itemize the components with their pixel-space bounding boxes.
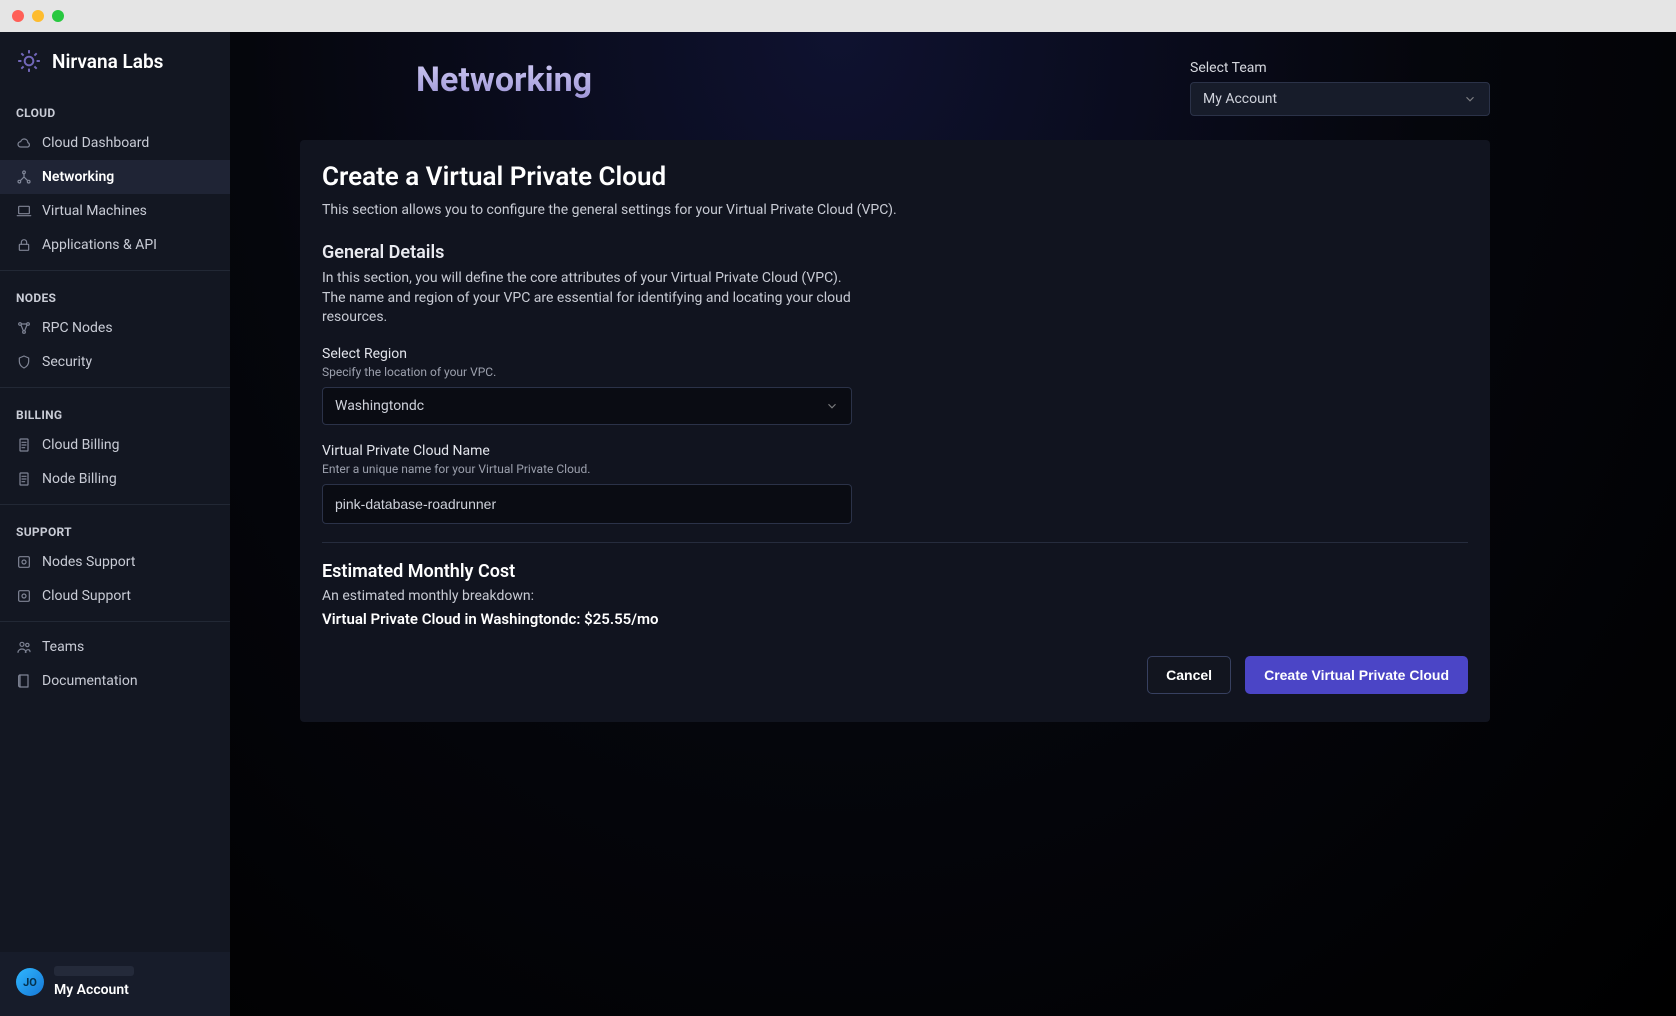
region-select[interactable]: Washingtondc xyxy=(322,387,852,425)
main-content: Networking Select Team My Account Create… xyxy=(230,32,1676,1016)
people-icon xyxy=(16,639,32,655)
chevron-down-icon xyxy=(1463,92,1477,106)
create-vpc-panel: Create a Virtual Private Cloud This sect… xyxy=(300,140,1490,722)
cancel-button[interactable]: Cancel xyxy=(1147,656,1231,694)
sidebar-item-label: Cloud Dashboard xyxy=(42,135,149,151)
vpc-name-label: Virtual Private Cloud Name xyxy=(322,443,852,459)
sidebar-item-cloud-dashboard[interactable]: Cloud Dashboard xyxy=(0,126,230,160)
sidebar-divider xyxy=(0,387,230,388)
team-select-value: My Account xyxy=(1203,91,1277,107)
receipt-icon xyxy=(16,471,32,487)
panel-desc: This section allows you to configure the… xyxy=(322,202,1468,218)
lock-icon xyxy=(16,237,32,253)
sidebar-section-label: BILLING xyxy=(0,396,230,428)
sidebar-item-label: RPC Nodes xyxy=(42,320,113,336)
sidebar-item-cloud-billing[interactable]: Cloud Billing xyxy=(0,428,230,462)
sidebar-item-cloud-support[interactable]: Cloud Support xyxy=(0,579,230,613)
minimize-window-button[interactable] xyxy=(32,10,44,22)
sidebar-item-virtual-machines[interactable]: Virtual Machines xyxy=(0,194,230,228)
cost-line: Virtual Private Cloud in Washingtondc: $… xyxy=(322,610,1468,628)
chevron-down-icon xyxy=(825,399,839,413)
close-window-button[interactable] xyxy=(12,10,24,22)
team-select[interactable]: My Account xyxy=(1190,82,1490,116)
network-icon xyxy=(16,169,32,185)
sidebar-item-rpc-nodes[interactable]: RPC Nodes xyxy=(0,311,230,345)
sidebar-item-nodes-support[interactable]: Nodes Support xyxy=(0,545,230,579)
account-row[interactable]: JO My Account xyxy=(0,952,230,1016)
sidebar-section-label: CLOUD xyxy=(0,94,230,126)
cost-heading: Estimated Monthly Cost xyxy=(322,561,1468,582)
sidebar-section-label: NODES xyxy=(0,279,230,311)
cloud-icon xyxy=(16,135,32,151)
sidebar-item-applications-api[interactable]: Applications & API xyxy=(0,228,230,262)
support-icon xyxy=(16,588,32,604)
region-hint: Specify the location of your VPC. xyxy=(322,365,852,379)
sidebar-item-label: Nodes Support xyxy=(42,554,135,570)
account-placeholder xyxy=(54,966,134,976)
sidebar-item-label: Node Billing xyxy=(42,471,117,487)
sidebar: Nirvana Labs CLOUD Cloud Dashboard Network… xyxy=(0,32,230,1016)
sidebar-item-label: Cloud Support xyxy=(42,588,131,604)
support-icon xyxy=(16,554,32,570)
sidebar-item-label: Documentation xyxy=(42,673,138,689)
sidebar-section-label: SUPPORT xyxy=(0,513,230,545)
nodes-icon xyxy=(16,320,32,336)
window-titlebar xyxy=(0,0,1676,32)
create-vpc-button[interactable]: Create Virtual Private Cloud xyxy=(1245,656,1468,694)
sidebar-divider xyxy=(0,504,230,505)
sidebar-item-networking[interactable]: Networking xyxy=(0,160,230,194)
maximize-window-button[interactable] xyxy=(52,10,64,22)
divider xyxy=(322,542,1468,543)
sidebar-item-node-billing[interactable]: Node Billing xyxy=(0,462,230,496)
vpc-name-input[interactable] xyxy=(322,484,852,524)
region-value: Washingtondc xyxy=(335,398,424,414)
receipt-icon xyxy=(16,437,32,453)
sidebar-divider xyxy=(0,270,230,271)
page-title: Networking xyxy=(416,60,592,100)
account-name: My Account xyxy=(54,982,214,998)
sidebar-item-label: Virtual Machines xyxy=(42,203,147,219)
sidebar-divider xyxy=(0,621,230,622)
brand: Nirvana Labs xyxy=(0,32,230,94)
sidebar-item-label: Networking xyxy=(42,169,114,185)
general-details-heading: General Details xyxy=(322,242,1468,263)
general-details-desc: In this section, you will define the cor… xyxy=(322,269,862,328)
cost-desc: An estimated monthly breakdown: xyxy=(322,588,1468,604)
sidebar-item-label: Security xyxy=(42,354,92,370)
vpc-name-hint: Enter a unique name for your Virtual Pri… xyxy=(322,462,852,476)
sidebar-item-teams[interactable]: Teams xyxy=(0,630,230,664)
laptop-icon xyxy=(16,203,32,219)
sidebar-item-documentation[interactable]: Documentation xyxy=(0,664,230,698)
book-icon xyxy=(16,673,32,689)
shield-icon xyxy=(16,354,32,370)
sidebar-item-label: Cloud Billing xyxy=(42,437,120,453)
sidebar-item-label: Applications & API xyxy=(42,237,157,253)
panel-title: Create a Virtual Private Cloud xyxy=(322,162,1468,192)
sidebar-item-label: Teams xyxy=(42,639,84,655)
region-label: Select Region xyxy=(322,346,852,362)
team-label: Select Team xyxy=(1190,60,1490,76)
sidebar-item-security[interactable]: Security xyxy=(0,345,230,379)
avatar: JO xyxy=(16,968,44,996)
logo-icon xyxy=(16,48,42,74)
brand-name: Nirvana Labs xyxy=(52,50,163,73)
